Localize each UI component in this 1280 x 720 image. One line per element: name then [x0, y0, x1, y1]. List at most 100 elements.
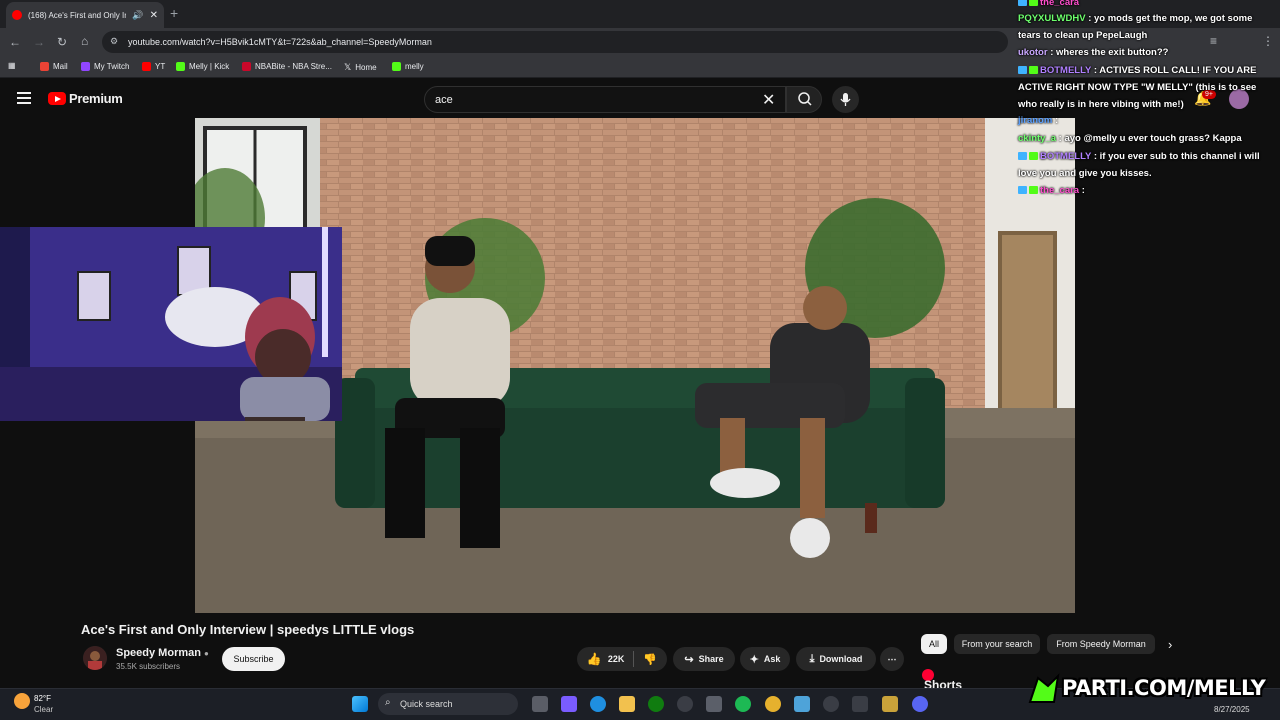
weather-icon[interactable] — [14, 693, 30, 709]
chat-message: ckinty_a : ayo @melly u ever touch grass… — [1018, 130, 1276, 147]
home-icon[interactable]: ⌂ — [81, 34, 88, 48]
search-input[interactable]: ace — [424, 86, 786, 113]
chrome-icon[interactable] — [765, 696, 781, 712]
like-button[interactable]: 👍 22K — [587, 652, 624, 666]
reload-icon[interactable]: ↻ — [57, 35, 67, 49]
share-button[interactable]: ↪ Share — [673, 647, 735, 671]
bookmark-label: Mail — [53, 62, 68, 71]
apps-grid-icon[interactable]: ▦ — [8, 61, 16, 70]
bookmark-home[interactable]: 𝕏 Home — [344, 62, 377, 73]
share-label: Share — [698, 654, 724, 664]
windows-start-icon[interactable] — [352, 696, 368, 712]
copilot-icon[interactable] — [561, 696, 577, 712]
new-tab-button[interactable]: + — [170, 5, 178, 21]
badge-icon — [1018, 66, 1027, 75]
obs-icon[interactable] — [677, 696, 693, 712]
forward-icon[interactable]: → — [33, 35, 45, 49]
streamer-webcam — [0, 227, 342, 421]
download-button[interactable]: ⤓ Download — [796, 647, 876, 671]
browser-tab[interactable]: (168) Ace's First and Only In 🔊 ✕ — [6, 2, 164, 28]
thumbs-down-icon: 👎 — [643, 653, 658, 666]
chat-username: ckinty_a — [1018, 133, 1057, 144]
back-icon[interactable]: ← — [9, 35, 21, 49]
verified-icon: ● — [204, 649, 209, 658]
bookmark-nbabite[interactable]: NBABite - NBA Stre... — [242, 62, 332, 71]
address-url: youtube.com/watch?v=H5Bvik1cMTY&t=722s&a… — [128, 37, 432, 47]
chip-from-speedy-morman[interactable]: From Speedy Morman — [1047, 634, 1155, 654]
like-count: 22K — [607, 654, 625, 664]
ask-button[interactable]: ✦ Ask — [740, 647, 790, 671]
webcam-image — [0, 227, 342, 421]
address-bar[interactable]: ⚙ youtube.com/watch?v=H5Bvik1cMTY&t=722s… — [102, 31, 1008, 53]
search-button[interactable] — [786, 86, 822, 113]
youtube-logo-icon[interactable] — [48, 92, 66, 105]
weather-temperature: 82°F — [34, 694, 51, 703]
bookmark-my-twitch[interactable]: My Twitch — [81, 62, 129, 71]
app-icon[interactable] — [882, 696, 898, 712]
sparkle-icon: ✦ — [749, 653, 759, 666]
kick-icon — [176, 62, 185, 71]
share-icon: ↪ — [684, 653, 694, 666]
ask-label: Ask — [763, 654, 781, 664]
badge-icon — [1018, 0, 1027, 7]
speaker-icon[interactable]: 🔊 — [132, 10, 143, 21]
bookmark-label: YT — [155, 62, 166, 71]
channel-avatar[interactable] — [83, 646, 107, 670]
more-horizontal-icon: ⋯ — [887, 653, 897, 664]
chat-text: : — [1052, 115, 1059, 126]
bookmark-label: My Twitch — [94, 62, 130, 71]
divider — [633, 651, 635, 667]
media-player-icon[interactable] — [823, 696, 839, 712]
badge-icon — [1029, 152, 1038, 161]
taskbar-search-input[interactable]: ⌕ Quick search — [378, 693, 518, 715]
youtube-brand[interactable]: Premium — [69, 91, 123, 106]
more-actions-button[interactable]: ⋯ — [880, 647, 904, 671]
bookmark-mail[interactable]: Mail — [40, 62, 68, 71]
app-icon[interactable] — [852, 696, 868, 712]
chip-from-your-search[interactable]: From your search — [954, 634, 1040, 654]
avatar-image — [83, 646, 107, 670]
xbox-icon[interactable] — [648, 696, 664, 712]
chip-all[interactable]: All — [921, 634, 947, 654]
store-icon[interactable] — [706, 696, 722, 712]
twitch-icon — [81, 62, 90, 71]
video-title: Ace's First and Only Interview | speedys… — [81, 622, 415, 637]
channel-name[interactable]: Speedy Morman ● — [116, 647, 209, 659]
download-label: Download — [819, 654, 863, 664]
edge-icon[interactable] — [590, 696, 606, 712]
voice-search-button[interactable] — [832, 86, 859, 113]
tab-title: (168) Ace's First and Only In — [28, 10, 127, 20]
youtube-favicon-icon — [12, 10, 22, 20]
nba-icon — [242, 62, 251, 71]
dislike-button[interactable]: 👎 — [643, 653, 657, 666]
search-query: ace — [435, 93, 453, 106]
spotify-icon[interactable] — [735, 696, 751, 712]
bookmark-melly-kick[interactable]: Melly | Kick — [176, 62, 229, 71]
thumbs-up-icon: 👍 — [586, 652, 602, 666]
discord-icon[interactable] — [912, 696, 928, 712]
photos-icon[interactable] — [794, 696, 810, 712]
search-icon: ⌕ — [385, 697, 391, 708]
gmail-icon — [40, 62, 49, 71]
clear-search-icon[interactable]: ✕ — [762, 90, 775, 110]
badge-icon — [1029, 0, 1038, 7]
task-view-icon[interactable] — [532, 696, 548, 712]
subscriber-count: 35.5K subscribers — [116, 662, 181, 671]
menu-icon[interactable] — [17, 92, 31, 107]
chat-username: ukotor — [1018, 47, 1048, 58]
chat-text: : wheres the exit button?? — [1047, 47, 1169, 58]
stream-chat-overlay: the_cara PQYXULWDHV : yo mods get the mo… — [1016, 0, 1280, 200]
chevron-right-icon[interactable]: › — [1168, 637, 1172, 652]
chat-message: ukotor : wheres the exit button?? — [1018, 44, 1276, 61]
subscribe-button[interactable]: Subscribe — [222, 647, 285, 671]
weather-condition: Clear — [34, 705, 54, 714]
chat-username: BOTMELLY — [1040, 65, 1092, 76]
bookmark-yt[interactable]: YT — [142, 62, 165, 71]
chat-username: jiranom — [1018, 115, 1053, 126]
file-explorer-icon[interactable] — [619, 696, 635, 712]
bookmark-melly[interactable]: melly — [392, 62, 424, 71]
like-dislike-group: 👍 22K 👎 — [577, 647, 667, 671]
kick-icon — [392, 62, 401, 71]
tab-close-icon[interactable]: ✕ — [150, 10, 158, 21]
site-info-icon[interactable]: ⚙ — [110, 36, 118, 47]
